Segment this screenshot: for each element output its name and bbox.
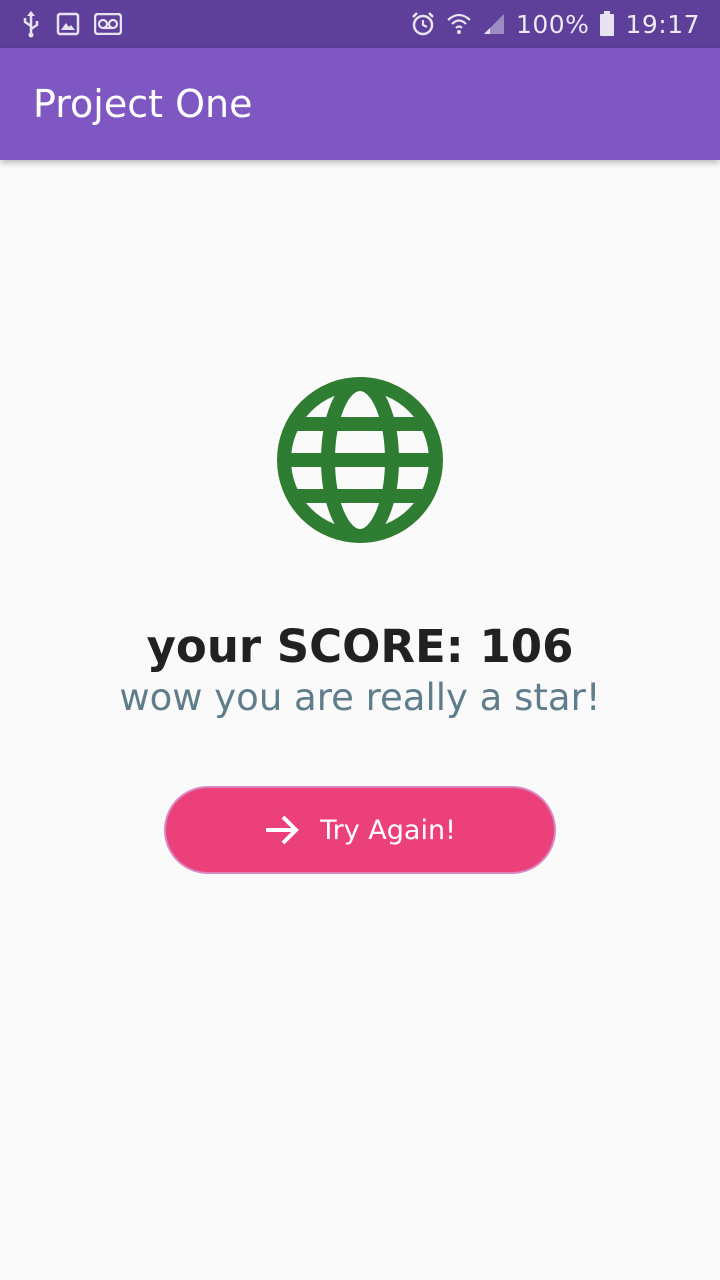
try-again-button[interactable]: Try Again! [164, 786, 556, 874]
globe-icon [270, 370, 450, 550]
system-status: 100% 19:17 [400, 10, 700, 39]
app-title: Project One [33, 82, 253, 126]
alarm-icon [410, 11, 436, 37]
wifi-icon [446, 12, 472, 36]
battery-percentage: 100% [515, 9, 590, 39]
voicemail-icon [94, 13, 122, 35]
image-icon [56, 12, 80, 36]
clock: 19:17 [625, 9, 700, 39]
try-again-label: Try Again! [320, 814, 456, 846]
app-bar: Project One [0, 48, 720, 160]
battery-icon [599, 11, 615, 37]
result-screen: your SCORE: 106 wow you are really a sta… [0, 160, 720, 1280]
notification-icons [20, 10, 136, 38]
score-text: your SCORE: 106 [146, 620, 574, 673]
usb-icon [20, 10, 42, 38]
arrow-forward-icon [264, 814, 300, 846]
score-message: wow you are really a star! [119, 676, 601, 719]
signal-icon [482, 12, 506, 36]
status-bar: 100% 19:17 [0, 0, 720, 48]
